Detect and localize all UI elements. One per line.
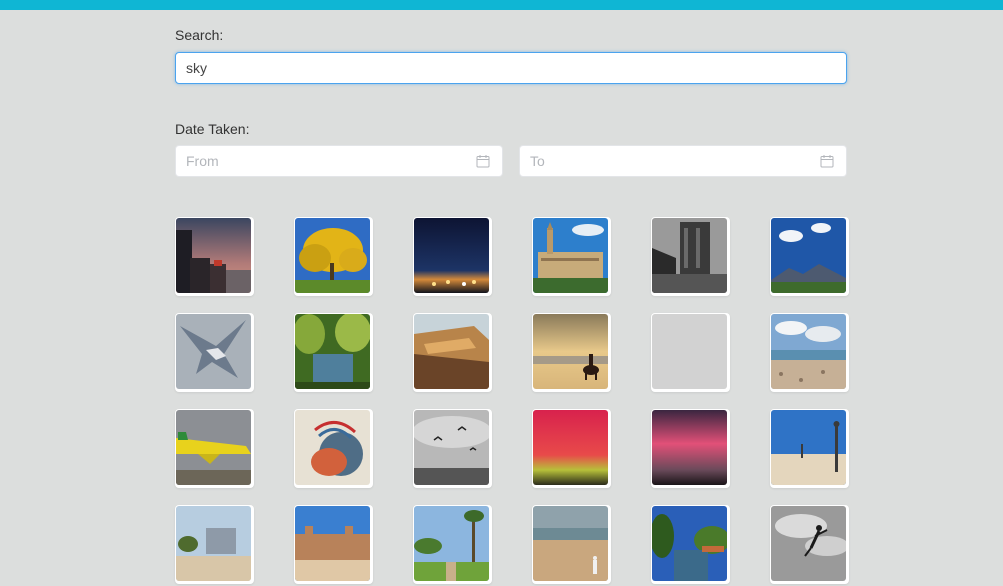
photo-thumbnail[interactable] [651,409,730,488]
photo-thumbnail[interactable] [770,409,849,488]
photo-image-pebble-beach-clouds [771,314,846,389]
photo-thumbnail[interactable] [532,217,611,296]
photo-image-beach-lamp-post [771,410,846,485]
photo-image-old-wall-street [295,506,370,581]
photo-image-birds-flying-bw [414,410,489,485]
photo-thumbnail[interactable] [175,217,254,296]
photo-image-plaza-building [176,506,251,581]
photo-image-yellow-tree [295,218,370,293]
photo-image-bird-mural [295,410,370,485]
photo-thumbnail[interactable] [413,505,492,584]
photo-thumbnail[interactable] [532,505,611,584]
photo-thumbnail[interactable] [651,313,730,392]
photo-thumbnail[interactable] [770,217,849,296]
photo-thumbnail[interactable] [294,313,373,392]
photo-image-cliff-sunset [414,314,489,389]
photo-thumbnail[interactable] [532,313,611,392]
date-from-field[interactable] [175,145,503,177]
photo-image-yellow-airplane [176,410,251,485]
photo-thumbnail[interactable] [770,313,849,392]
photo-thumbnail[interactable] [651,505,730,584]
photo-thumbnail[interactable] [294,505,373,584]
photo-image-cathedral-bw [652,218,727,293]
photo-thumbnail[interactable] [175,505,254,584]
photo-image-placeholder-gray [652,314,727,389]
date-taken-label: Date Taken: [175,121,250,137]
photo-thumbnail[interactable] [175,313,254,392]
calendar-icon[interactable] [476,154,490,168]
date-to-field[interactable] [519,145,847,177]
date-from-input[interactable] [176,146,466,176]
photo-thumbnail[interactable] [294,217,373,296]
photo-image-falcon-flying [176,314,251,389]
photo-image-river-trees [295,314,370,389]
photo-image-palace-blue-sky [533,218,608,293]
photo-thumbnail[interactable] [294,409,373,488]
photo-thumbnail[interactable] [175,409,254,488]
photo-thumbnail[interactable] [770,505,849,584]
photo-image-aurora-pink [652,410,727,485]
photo-thumbnail[interactable] [413,313,492,392]
photo-image-mountains-clouds [771,218,846,293]
photo-thumbnail[interactable] [651,217,730,296]
photo-image-horse-rider-beach [533,314,608,389]
photo-image-palm-park [414,506,489,581]
calendar-icon[interactable] [820,154,834,168]
search-label: Search: [175,27,224,43]
photo-image-aurora-red-green [533,410,608,485]
photo-thumbnail[interactable] [532,409,611,488]
date-to-input[interactable] [520,146,810,176]
photo-thumbnail[interactable] [413,409,492,488]
search-input[interactable] [175,52,847,84]
photo-image-beach-person [533,506,608,581]
photo-image-person-jumping-bw [771,506,846,581]
photo-thumbnail[interactable] [413,217,492,296]
top-accent-bar [0,0,1003,10]
photo-image-night-city-lights [414,218,489,293]
photo-image-canal-trees [652,506,727,581]
photo-image-city-dusk [176,218,251,293]
